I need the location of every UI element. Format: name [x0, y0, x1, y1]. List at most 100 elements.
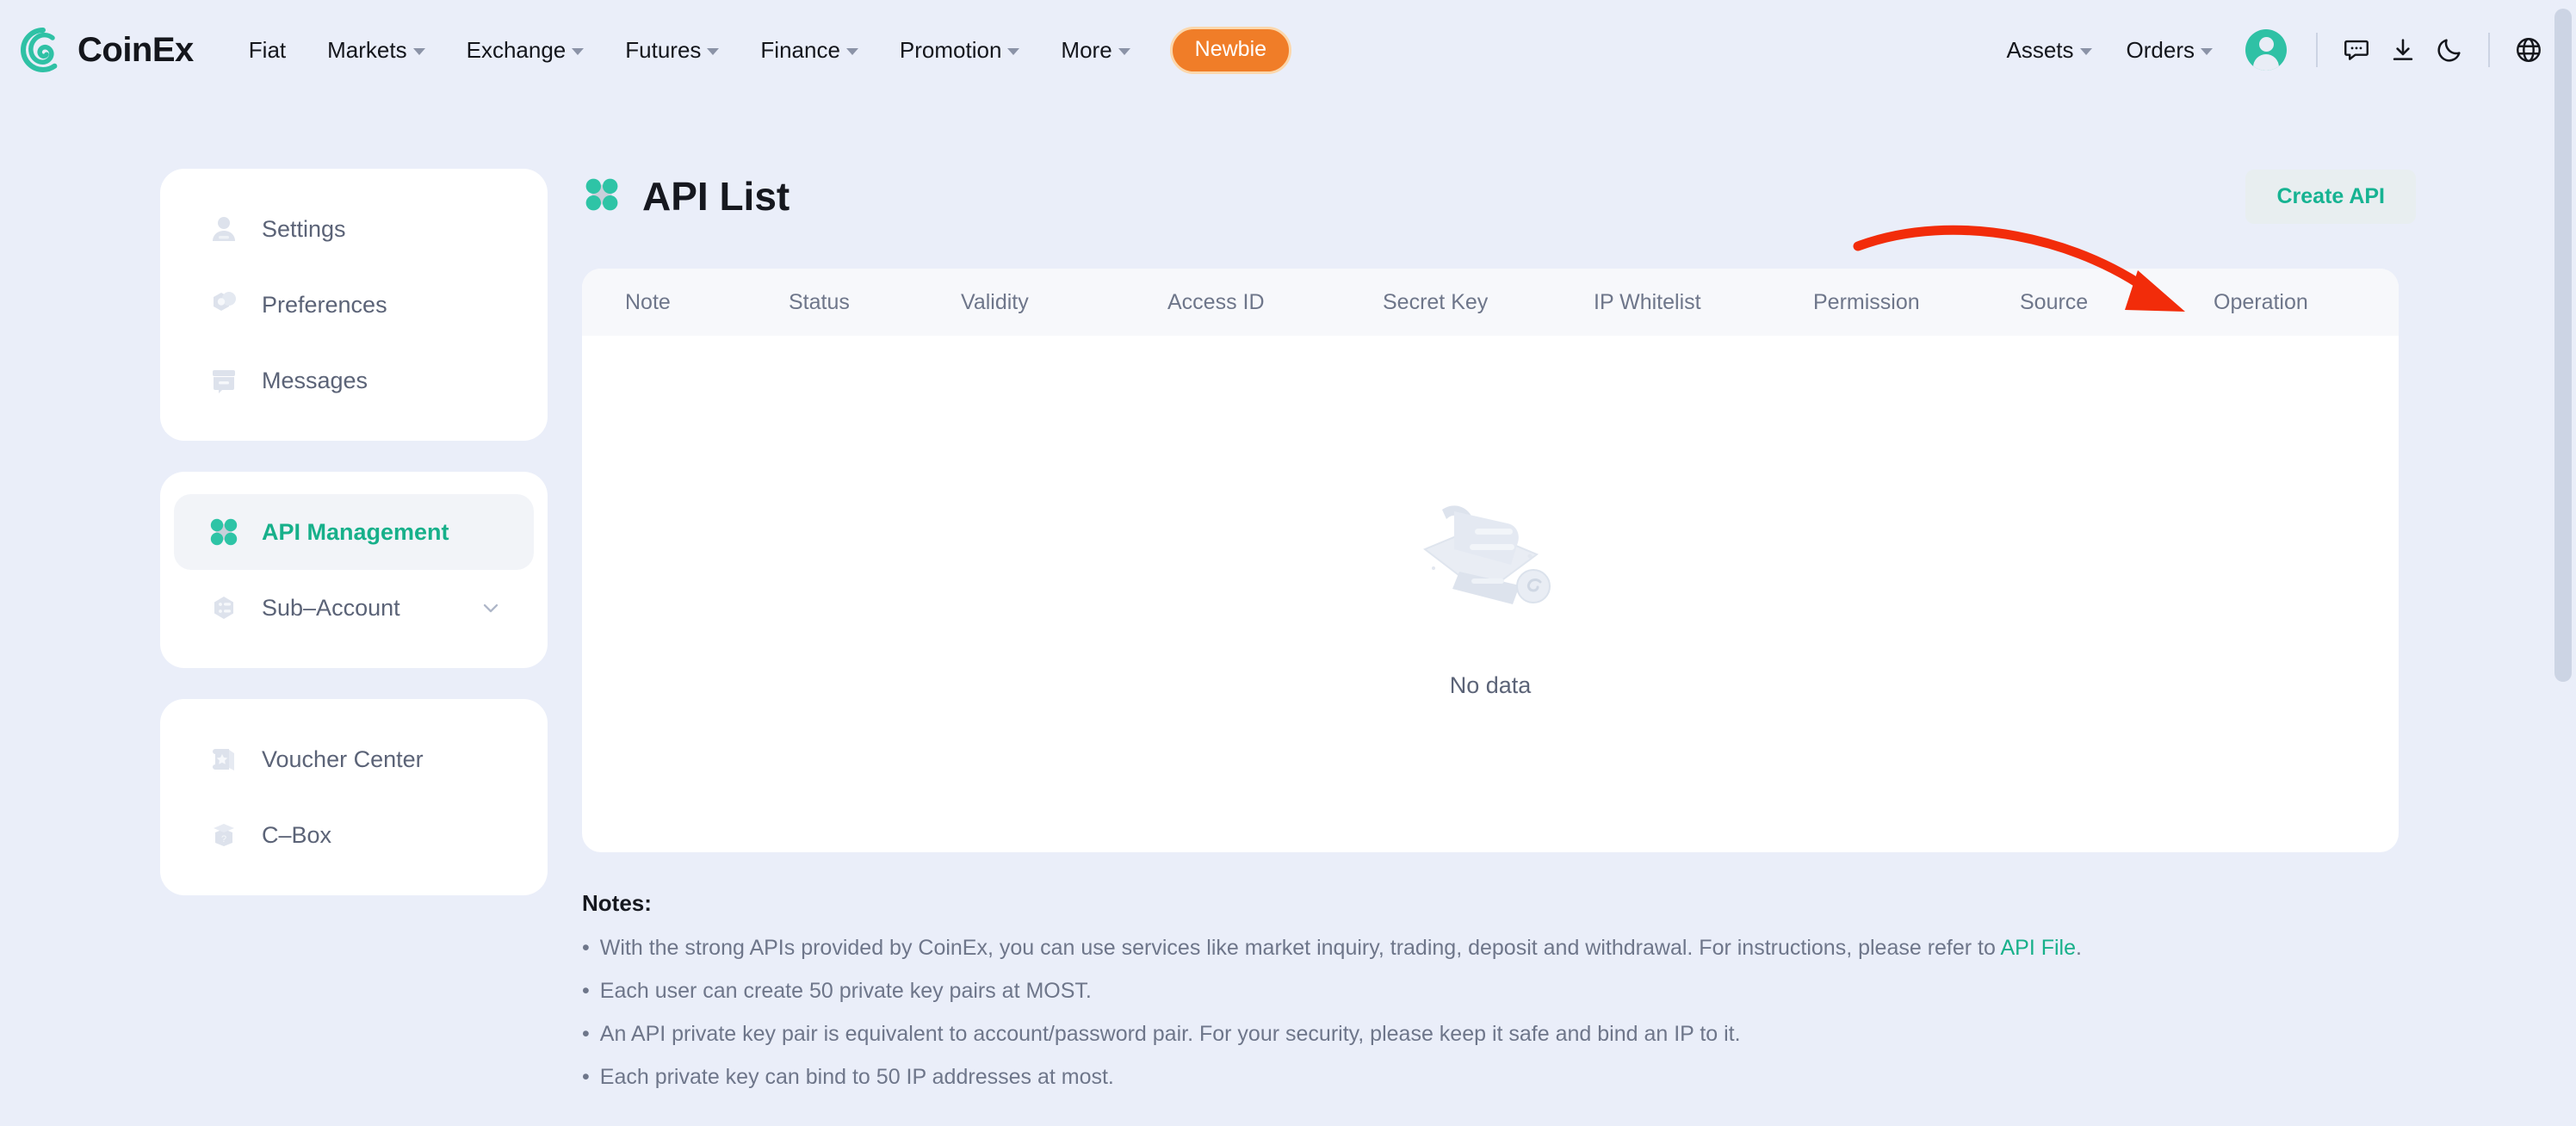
bullet-icon: • — [582, 936, 590, 960]
empty-scroll-illustration-icon — [1404, 489, 1576, 631]
sidebar-item-voucher-center[interactable]: Voucher Center — [174, 721, 534, 797]
sidebar-group-rewards: Voucher Center ? C–Box — [160, 699, 548, 895]
api-file-link[interactable]: API File — [2000, 936, 2076, 960]
bullet-icon: • — [582, 1022, 590, 1046]
nav-item-futures[interactable]: Futures — [604, 24, 740, 76]
header-divider — [2488, 33, 2490, 67]
note-text: Each private key can bind to 50 IP addre… — [599, 1065, 1114, 1089]
messages-inbox-icon — [205, 362, 243, 399]
nav-label: Promotion — [899, 36, 1002, 63]
create-api-button[interactable]: Create API — [2245, 169, 2416, 224]
column-header-note: Note — [625, 289, 671, 314]
column-header-validity: Validity — [961, 289, 1029, 314]
cbox-icon: ? — [205, 816, 243, 854]
api-grid-icon — [582, 175, 622, 219]
chevron-down-icon — [1007, 47, 1020, 55]
download-icon[interactable] — [2380, 27, 2426, 73]
chevron-down-icon — [572, 47, 585, 55]
chevron-down-icon[interactable] — [479, 596, 503, 620]
preferences-gear-icon — [205, 286, 243, 324]
coinex-spiral-logo-icon — [21, 28, 65, 72]
main-nav: Fiat Markets Exchange Futures Finance Pr… — [228, 24, 1292, 76]
orders-label: Orders — [2126, 36, 2195, 63]
note-item: • Each user can create 50 private key pa… — [582, 979, 2433, 1004]
nav-label: Exchange — [466, 36, 567, 63]
brand-logo[interactable]: CoinEx — [21, 28, 194, 72]
avatar[interactable] — [2245, 29, 2287, 71]
sidebar-item-c-box[interactable]: ? C–Box — [174, 797, 534, 873]
header-right-group: Assets Orders — [1990, 27, 2553, 73]
nav-label: Fiat — [248, 36, 287, 63]
svg-text:?: ? — [221, 834, 226, 844]
chevron-down-icon — [2079, 47, 2092, 55]
sidebar-item-settings[interactable]: Settings — [174, 191, 534, 267]
chevron-down-icon — [707, 47, 720, 55]
sidebar-item-label: Preferences — [262, 291, 387, 318]
sidebar-item-api-management[interactable]: API Management — [174, 494, 534, 570]
sidebar-item-label: Voucher Center — [262, 746, 424, 772]
user-settings-icon — [205, 210, 243, 248]
note-item: • With the strong APIs provided by CoinE… — [582, 936, 2433, 961]
sidebar-item-preferences[interactable]: Preferences — [174, 267, 534, 343]
header-divider — [2316, 33, 2318, 67]
empty-state-text: No data — [1449, 672, 1532, 698]
api-grid-icon — [205, 513, 243, 551]
table-body-empty: No data — [582, 336, 2399, 852]
sidebar-group-account: Settings Preferences Messages — [160, 169, 548, 441]
bullet-icon: • — [582, 979, 590, 1003]
scrollbar-thumb[interactable] — [2554, 9, 2572, 682]
column-header-secret-key: Secret Key — [1383, 289, 1489, 314]
sidebar-item-label: C–Box — [262, 821, 332, 848]
table-header-row: Note Status Validity Access ID Secret Ke… — [582, 269, 2399, 336]
nav-label: Markets — [327, 36, 407, 63]
sidebar-item-label: Sub–Account — [262, 594, 400, 621]
note-item: • Each private key can bind to 50 IP add… — [582, 1065, 2433, 1090]
nav-label: More — [1061, 36, 1112, 63]
chevron-down-icon — [1118, 47, 1130, 55]
top-header: CoinEx Fiat Markets Exchange Futures Fin… — [0, 0, 2576, 100]
nav-label: Finance — [760, 36, 840, 63]
chevron-down-icon — [2201, 47, 2213, 55]
note-item: • An API private key pair is equivalent … — [582, 1022, 2433, 1047]
chevron-down-icon — [412, 47, 425, 55]
globe-icon[interactable] — [2505, 27, 2552, 73]
column-header-permission: Permission — [1813, 289, 1920, 314]
column-header-source: Source — [2020, 289, 2089, 314]
orders-menu[interactable]: Orders — [2109, 37, 2230, 64]
note-text: With the strong APIs provided by CoinEx,… — [600, 936, 2082, 961]
chevron-down-icon — [845, 47, 858, 55]
moon-icon[interactable] — [2426, 27, 2473, 73]
nav-item-more[interactable]: More — [1040, 24, 1150, 76]
chat-bubble-icon[interactable] — [2333, 27, 2380, 73]
sidebar-item-label: API Management — [262, 518, 449, 545]
brand-name: CoinEx — [77, 31, 194, 69]
newbie-button[interactable]: Newbie — [1169, 26, 1292, 74]
notes-title: Notes: — [582, 890, 652, 916]
api-list-table: Note Status Validity Access ID Secret Ke… — [582, 269, 2399, 852]
note-text-before: With the strong APIs provided by CoinEx,… — [599, 936, 2001, 960]
sidebar-item-sub-account[interactable]: Sub–Account — [174, 570, 534, 646]
nav-item-exchange[interactable]: Exchange — [446, 24, 605, 76]
column-header-status: Status — [789, 289, 850, 314]
bullet-icon: • — [582, 1065, 590, 1089]
assets-label: Assets — [2006, 36, 2074, 63]
nav-item-fiat[interactable]: Fiat — [228, 24, 307, 76]
page-header: API List Create API — [582, 145, 2433, 248]
voucher-ticket-icon — [205, 740, 243, 778]
nav-item-finance[interactable]: Finance — [740, 24, 879, 76]
assets-menu[interactable]: Assets — [1990, 37, 2109, 64]
main-content: API List Create API Note Status Validity… — [582, 100, 2433, 1108]
nav-item-promotion[interactable]: Promotion — [879, 24, 1041, 76]
sidebar-item-label: Messages — [262, 367, 368, 393]
column-header-ip-whitelist: IP Whitelist — [1594, 289, 1701, 314]
nav-item-markets[interactable]: Markets — [307, 24, 445, 76]
settings-sidebar: Settings Preferences Messages API Manage… — [160, 169, 548, 926]
sidebar-group-api: API Management Sub–Account — [160, 472, 548, 668]
note-text: An API private key pair is equivalent to… — [599, 1022, 1741, 1046]
sidebar-item-messages[interactable]: Messages — [174, 343, 534, 418]
note-text: Each user can create 50 private key pair… — [599, 979, 1092, 1003]
note-text-after: . — [2076, 936, 2082, 960]
page-title: API List — [642, 174, 790, 219]
notes-section: Notes: • With the strong APIs provided b… — [582, 890, 2433, 1090]
page-scrollbar[interactable] — [2550, 0, 2576, 1126]
